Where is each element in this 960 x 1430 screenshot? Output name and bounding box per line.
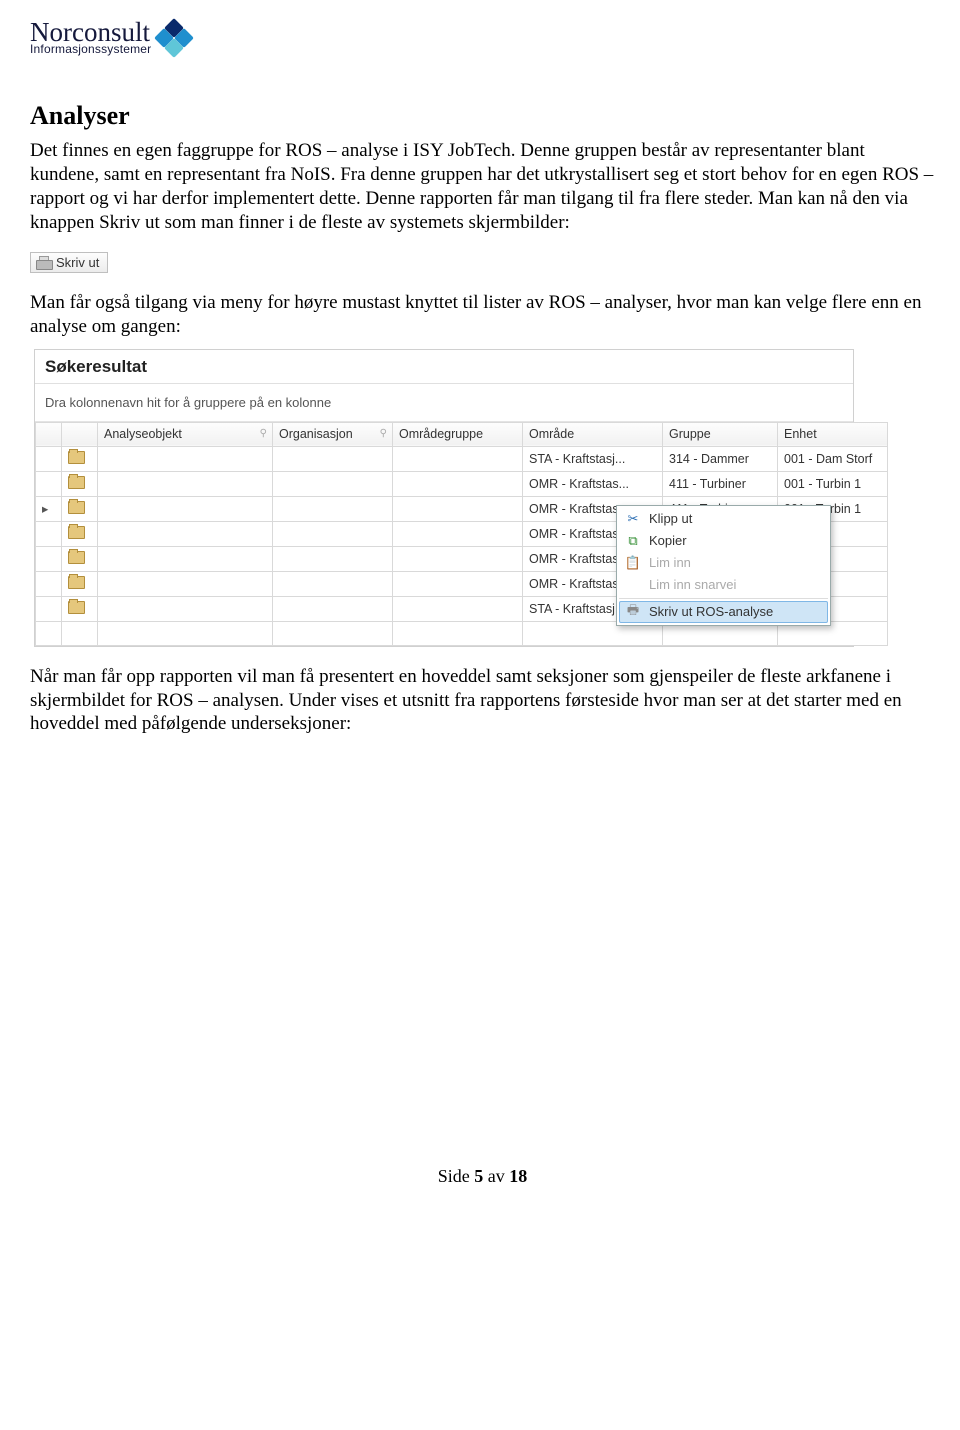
panel-title: Søkeresultat bbox=[35, 350, 853, 384]
col-gruppe[interactable]: Gruppe bbox=[663, 422, 778, 446]
col-indicator[interactable] bbox=[36, 422, 62, 446]
folder-icon bbox=[68, 451, 85, 464]
scissors-icon: ✂ bbox=[625, 511, 641, 527]
blank-icon bbox=[625, 577, 641, 593]
col-analyseobjekt[interactable]: Analyseobjekt⚲ bbox=[98, 422, 273, 446]
clipboard-icon: 📋 bbox=[625, 555, 641, 571]
folder-icon bbox=[68, 601, 85, 614]
ctx-cut[interactable]: ✂ Klipp ut bbox=[619, 508, 828, 530]
ctx-paste-shortcut: Lim inn snarvei bbox=[619, 574, 828, 596]
ctx-paste: 📋 Lim inn bbox=[619, 552, 828, 574]
col-enhet[interactable]: Enhet bbox=[778, 422, 888, 446]
paragraph-2: Man får også tilgang via meny for høyre … bbox=[30, 291, 935, 339]
col-icon[interactable] bbox=[62, 422, 98, 446]
grid-header-row: Analyseobjekt⚲ Organisasjon⚲ Områdegrupp… bbox=[36, 422, 888, 446]
folder-icon bbox=[68, 551, 85, 564]
folder-icon bbox=[68, 501, 85, 514]
ctx-copy[interactable]: ⧉ Kopier bbox=[619, 530, 828, 552]
page-footer: Side 5 av 18 bbox=[30, 1166, 935, 1187]
logo-mark-icon bbox=[157, 21, 191, 55]
folder-icon bbox=[68, 476, 85, 489]
logo-subtitle: Informasjonssystemer bbox=[30, 42, 151, 56]
table-row[interactable]: OMR - Kraftstas... 411 - Turbiner 001 - … bbox=[36, 471, 888, 496]
col-omradegruppe[interactable]: Områdegruppe bbox=[393, 422, 523, 446]
print-button[interactable]: Skriv ut bbox=[30, 252, 108, 273]
printer-icon bbox=[36, 256, 52, 270]
section-heading: Analyser bbox=[30, 101, 935, 131]
ctx-print-ros[interactable]: 🖶 Skriv ut ROS-analyse bbox=[619, 601, 828, 623]
search-result-panel: Søkeresultat Dra kolonnenavn hit for å g… bbox=[34, 349, 854, 647]
filter-icon[interactable]: ⚲ bbox=[260, 428, 267, 439]
copy-icon: ⧉ bbox=[625, 533, 641, 549]
paragraph-1: Det finnes en egen faggruppe for ROS – a… bbox=[30, 139, 935, 234]
brand-logo: Norconsult Informasjonssystemer bbox=[30, 20, 935, 56]
col-omrade[interactable]: Område bbox=[523, 422, 663, 446]
paragraph-3: Når man får opp rapporten vil man få pre… bbox=[30, 665, 935, 736]
print-button-label: Skriv ut bbox=[56, 255, 99, 270]
col-organisasjon[interactable]: Organisasjon⚲ bbox=[273, 422, 393, 446]
filter-icon[interactable]: ⚲ bbox=[380, 428, 387, 439]
group-by-hint[interactable]: Dra kolonnenavn hit for å gruppere på en… bbox=[35, 384, 853, 422]
folder-icon bbox=[68, 576, 85, 589]
folder-icon bbox=[68, 526, 85, 539]
logo-title: Norconsult bbox=[30, 20, 151, 44]
table-row[interactable]: STA - Kraftstasj... 314 - Dammer 001 - D… bbox=[36, 446, 888, 471]
printer-icon: 🖶 bbox=[625, 604, 641, 620]
ctx-separator bbox=[619, 598, 828, 599]
context-menu[interactable]: ✂ Klipp ut ⧉ Kopier 📋 Lim inn Lim inn sn… bbox=[616, 505, 831, 626]
